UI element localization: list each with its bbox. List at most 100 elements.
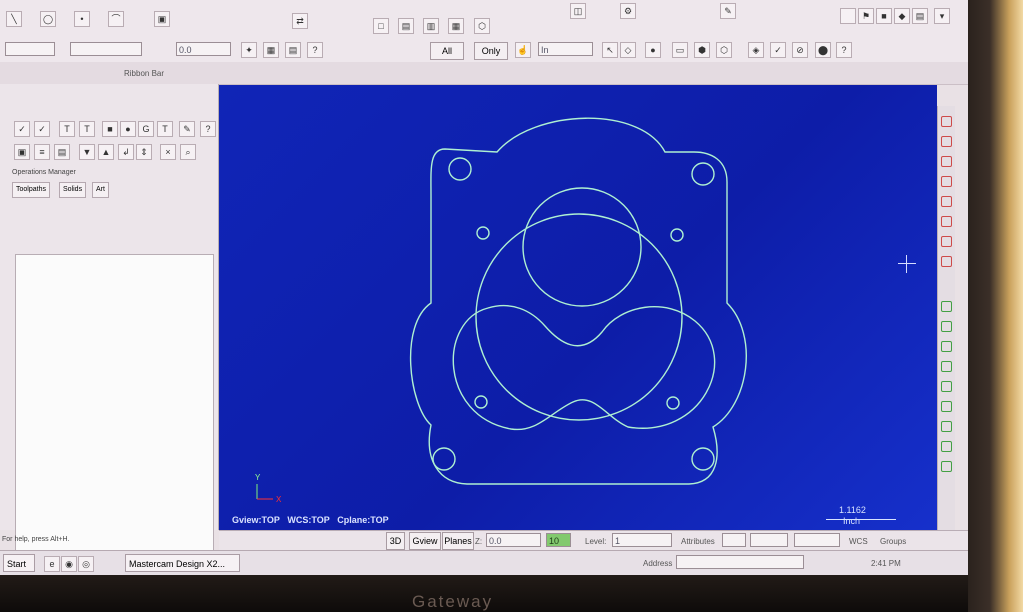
question-icon[interactable]: ? [836,42,852,58]
select-all-icon[interactable]: ✓ [14,121,30,137]
solid-icon[interactable]: ⬡ [474,18,490,34]
dimension-icon[interactable]: ▣ [154,11,170,27]
pointer-icon[interactable]: ↖ [602,42,618,58]
right-tool-13-icon[interactable] [941,381,952,392]
coordinate-y[interactable] [70,42,142,56]
tab-art[interactable]: Art [92,182,109,198]
vector-select-icon[interactable]: ⬡ [716,42,732,58]
right-tool-8-icon[interactable] [941,256,952,267]
tab-toolpaths[interactable]: Toolpaths [12,182,50,198]
firefox-icon[interactable]: ◉ [61,556,77,572]
pen-icon[interactable]: ✎ [720,3,736,19]
view-icon-2[interactable]: ▤ [398,18,414,34]
mask-select[interactable]: In [538,42,593,56]
3d-toggle[interactable]: 3D [386,532,405,550]
circle-icon[interactable]: ◯ [40,11,56,27]
grid-icon[interactable]: ▦ [263,42,279,58]
help-icon[interactable]: ? [200,121,216,137]
operations-tree[interactable] [15,254,214,575]
arc-icon[interactable]: ⌒ [108,11,124,27]
view-icon[interactable]: □ [373,18,389,34]
polygon-select-icon[interactable]: ⬢ [694,42,710,58]
settings-icon[interactable]: ▤ [912,8,928,24]
right-tool-17-icon[interactable] [941,461,952,472]
mastercam-task[interactable]: Mastercam Design X2... [125,554,240,572]
chain-icon[interactable]: ◇ [620,42,636,58]
right-tool-2-icon[interactable] [941,136,952,147]
document-icon[interactable]: ▤ [54,144,70,160]
help-icon[interactable]: ? [307,42,323,58]
z-field[interactable]: 0.0 [176,42,231,56]
cube-icon[interactable]: ◫ [570,3,586,19]
more-icon[interactable]: ▾ [934,8,950,24]
up-arrow-icon[interactable]: ▲ [98,144,114,160]
select-failed-icon[interactable]: ✓ [34,121,50,137]
scroll-icon[interactable]: ⇕ [136,144,152,160]
line-icon[interactable]: ╲ [6,11,22,27]
gview-button[interactable]: Gview [409,532,441,550]
color-icon-2[interactable]: ◆ [894,8,910,24]
tool-icon[interactable]: ✎ [179,121,195,137]
block-icon[interactable]: ⊘ [792,42,808,58]
right-tool-16-icon[interactable] [941,441,952,452]
high-feed-icon[interactable]: T [157,121,173,137]
planes-button[interactable]: Planes [442,532,474,550]
address-field[interactable] [676,555,804,569]
coordinate-x[interactable] [5,42,55,56]
level-count[interactable]: 10 [546,533,571,547]
down-arrow-icon[interactable]: ▼ [79,144,95,160]
only-button[interactable]: Only [474,42,508,60]
gear-icon[interactable]: ⚙ [620,3,636,19]
post-icon[interactable]: G [138,121,154,137]
start-button[interactable]: Start [3,554,35,572]
color-icon[interactable]: ■ [876,8,892,24]
level-field[interactable]: 1 [612,533,672,547]
close-icon[interactable]: × [160,144,176,160]
right-tool-12-icon[interactable] [941,361,952,372]
lock-icon[interactable]: ▣ [14,144,30,160]
flag-icon[interactable]: ⚑ [858,8,874,24]
dirty-icon[interactable]: T [79,121,95,137]
graphics-viewport[interactable]: Y X Gview:TOP WCS:TOP Cplane:TOP 1.1162 … [219,85,937,530]
z-value-field[interactable]: 0.0 [486,533,541,547]
circle-select-icon[interactable]: ● [645,42,661,58]
right-tool-1-icon[interactable] [941,116,952,127]
verify-icon[interactable]: ● [120,121,136,137]
solid-select-icon[interactable]: ◈ [748,42,764,58]
right-tool-15-icon[interactable] [941,421,952,432]
transform-icon[interactable]: ⇄ [292,13,308,29]
right-tool-5-icon[interactable] [941,196,952,207]
right-tool-6-icon[interactable] [941,216,952,227]
save-icon[interactable]: ▤ [285,42,301,58]
snap-icon[interactable]: ✦ [241,42,257,58]
right-tool-3-icon[interactable] [941,156,952,167]
wcs-label[interactable]: WCS [849,537,868,546]
point-icon[interactable]: • [74,11,90,27]
search-icon[interactable]: ⌕ [180,144,196,160]
groups-label[interactable]: Groups [880,537,906,546]
chrome-icon[interactable]: ◎ [78,556,94,572]
tab-solids[interactable]: Solids [59,182,87,198]
insert-icon[interactable]: ↲ [118,144,134,160]
right-tool-11-icon[interactable] [941,341,952,352]
ie-icon[interactable]: e [44,556,60,572]
red-icon[interactable] [840,8,856,24]
right-tool-14-icon[interactable] [941,401,952,412]
backplot-icon[interactable]: ■ [102,121,118,137]
right-tool-4-icon[interactable] [941,176,952,187]
check-icon[interactable]: ✓ [770,42,786,58]
selection-icon[interactable]: ☝ [515,42,531,58]
right-tool-10-icon[interactable] [941,321,952,332]
view-icon-3[interactable]: ▥ [423,18,439,34]
right-tool-7-icon[interactable] [941,236,952,247]
attribute-field[interactable] [722,533,746,547]
regenerate-icon[interactable]: T [59,121,75,137]
view-icon-4[interactable]: ▦ [448,18,464,34]
clear-icon[interactable]: ⬤ [815,42,831,58]
all-button[interactable]: All [430,42,464,60]
window-select-icon[interactable]: ▭ [672,42,688,58]
line-style-field[interactable] [750,533,788,547]
toggle-icon[interactable]: ≡ [34,144,50,160]
line-width-field[interactable] [794,533,840,547]
right-tool-9-icon[interactable] [941,301,952,312]
